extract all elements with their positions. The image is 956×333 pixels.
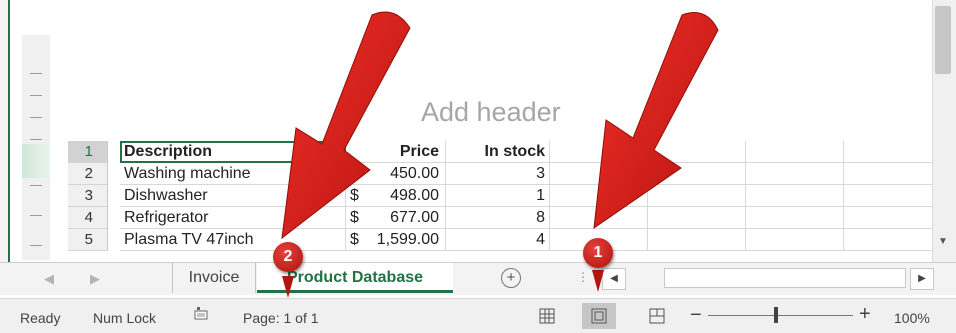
table-cell[interactable] xyxy=(844,185,932,207)
macro-record-icon[interactable] xyxy=(194,306,208,320)
status-num-lock: Num Lock xyxy=(93,310,157,326)
ruler-tick xyxy=(30,245,42,246)
table-cell[interactable]: Dishwasher xyxy=(120,185,346,207)
ruler-highlight xyxy=(22,144,50,178)
badge-pointer xyxy=(592,270,604,292)
ruler-tick xyxy=(30,73,42,74)
table-cell[interactable]: 3 xyxy=(446,163,550,185)
page-top-margin xyxy=(120,0,932,34)
price-value: 450.00 xyxy=(390,165,439,182)
table-cell[interactable] xyxy=(746,207,844,229)
tab-scroll-right-icon[interactable]: ▶ xyxy=(90,271,100,287)
table-cell[interactable] xyxy=(746,163,844,185)
annotation-badge-2: 2 xyxy=(273,242,303,272)
currency-symbol: $ xyxy=(350,187,359,204)
ruler-tick xyxy=(30,185,42,186)
table-cell[interactable] xyxy=(746,141,844,163)
tab-scroll-left-icon[interactable]: ◀ xyxy=(44,271,54,287)
scroll-down-arrow-icon[interactable]: ▼ xyxy=(938,236,948,247)
table-cell[interactable] xyxy=(746,229,844,251)
table-cell[interactable] xyxy=(648,163,746,185)
price-value: 1,599.00 xyxy=(376,231,439,248)
table-cell[interactable]: 4 xyxy=(446,229,550,251)
page-break-preview-icon[interactable] xyxy=(640,303,674,329)
table-cell[interactable] xyxy=(648,229,746,251)
page-layout-view-icon[interactable] xyxy=(582,303,616,329)
table-cell[interactable]: $677.00 xyxy=(346,207,446,229)
table-cell[interactable]: 1 xyxy=(446,185,550,207)
row-header-4[interactable]: 4 xyxy=(68,207,108,229)
horizontal-scrollbar[interactable] xyxy=(664,268,906,288)
hscroll-left-arrow-icon[interactable]: ◀ xyxy=(602,268,626,290)
ruler-tick xyxy=(30,117,42,118)
zoom-slider-thumb[interactable] xyxy=(774,307,779,323)
currency-symbol: $ xyxy=(350,165,359,182)
price-value: 677.00 xyxy=(390,209,439,226)
table-cell[interactable]: Refrigerator xyxy=(120,207,346,229)
row-header-1[interactable]: 1 xyxy=(68,141,108,163)
zoom-in-button[interactable]: + xyxy=(859,303,871,326)
table-cell[interactable] xyxy=(648,141,746,163)
vertical-scroll-thumb[interactable] xyxy=(935,6,951,74)
cell-price-header[interactable]: Price xyxy=(346,141,446,163)
hscroll-right-arrow-icon[interactable]: ▶ xyxy=(910,268,934,290)
excel-window: Add header 1 2 3 4 5 Description Price I… xyxy=(0,0,956,333)
currency-symbol: $ xyxy=(350,209,359,226)
vertical-ruler xyxy=(22,35,50,260)
tab-splitter-icon[interactable]: ⋮ xyxy=(577,270,589,284)
table-cell[interactable]: $1,599.00 xyxy=(346,229,446,251)
row-header-2[interactable]: 2 xyxy=(68,163,108,185)
table-cell[interactable] xyxy=(648,207,746,229)
normal-view-icon[interactable] xyxy=(530,303,564,329)
price-value: 498.00 xyxy=(390,187,439,204)
currency-symbol: $ xyxy=(350,231,359,248)
table-cell[interactable]: Plasma TV 47inch xyxy=(120,229,346,251)
badge-pointer xyxy=(282,276,294,298)
ruler-tick xyxy=(30,215,42,216)
active-cell-outline xyxy=(120,141,346,163)
row-header-3[interactable]: 3 xyxy=(68,185,108,207)
zoom-slider-track[interactable] xyxy=(708,315,853,316)
status-ready: Ready xyxy=(20,310,61,326)
sheet-tab-invoice[interactable]: Invoice xyxy=(172,263,256,293)
table-cell[interactable] xyxy=(844,141,932,163)
zoom-level[interactable]: 100% xyxy=(894,310,930,326)
add-sheet-icon[interactable]: + xyxy=(501,268,521,288)
table-cell[interactable] xyxy=(550,207,648,229)
cell-instock-header[interactable]: In stock xyxy=(446,141,550,163)
row-header-5[interactable]: 5 xyxy=(68,229,108,251)
annotation-badge-1: 1 xyxy=(583,238,613,268)
table-cell[interactable] xyxy=(550,141,648,163)
table-cell[interactable] xyxy=(550,185,648,207)
table-cell[interactable] xyxy=(844,229,932,251)
table-cell[interactable] xyxy=(844,163,932,185)
table-cell[interactable] xyxy=(746,185,844,207)
table-cell[interactable]: Washing machine xyxy=(120,163,346,185)
zoom-out-button[interactable]: − xyxy=(690,304,702,327)
ruler-tick xyxy=(30,95,42,96)
table-cell[interactable]: $450.00 xyxy=(346,163,446,185)
table-cell[interactable] xyxy=(648,185,746,207)
table-cell[interactable] xyxy=(844,207,932,229)
worksheet-left-edge xyxy=(0,0,10,262)
table-cell[interactable]: $498.00 xyxy=(346,185,446,207)
status-page-info: Page: 1 of 1 xyxy=(243,310,319,326)
table-cell[interactable] xyxy=(550,163,648,185)
table-cell[interactable]: 8 xyxy=(446,207,550,229)
ruler-tick xyxy=(30,139,42,140)
add-header-placeholder[interactable]: Add header xyxy=(421,97,561,128)
